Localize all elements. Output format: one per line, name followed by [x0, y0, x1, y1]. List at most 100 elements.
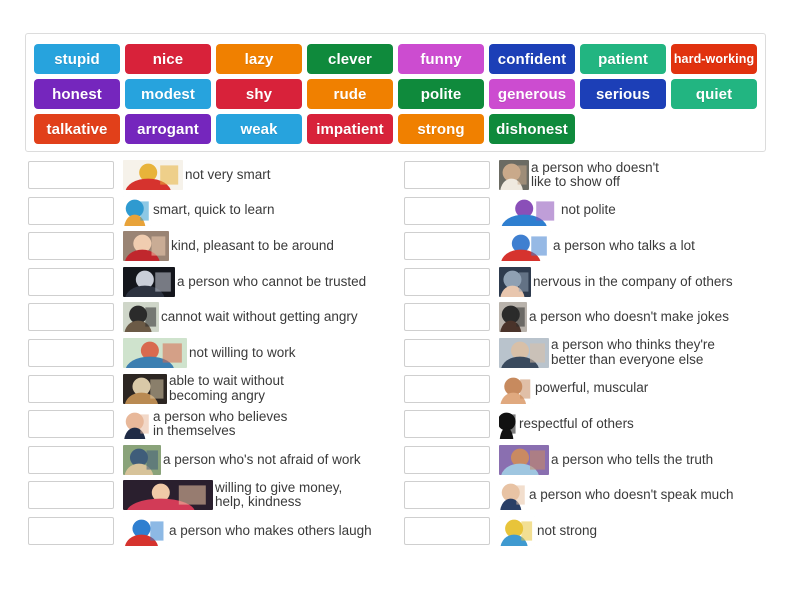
match-row: not polite [404, 195, 789, 226]
word-tile-funny[interactable]: funny [398, 44, 484, 74]
clue: a person who's not afraid of work [123, 444, 361, 475]
word-tile-generous[interactable]: generous [489, 79, 575, 109]
match-row: not willing to work [28, 337, 413, 368]
answer-drop-box[interactable] [28, 267, 114, 296]
clue-text: not very smart [185, 166, 271, 182]
word-tile-hard-working[interactable]: hard-working [671, 44, 757, 74]
clue-text: a person who believes in themselves [153, 408, 288, 439]
clue-text: cannot wait without getting angry [161, 309, 358, 325]
answer-drop-box[interactable] [404, 516, 490, 545]
word-tile-rude[interactable]: rude [307, 79, 393, 109]
clue-text: respectful of others [519, 415, 634, 431]
word-tile-impatient[interactable]: impatient [307, 114, 393, 144]
word-tile-modest[interactable]: modest [125, 79, 211, 109]
match-row: nervous in the company of others [404, 266, 789, 297]
definition-column-left: not very smart smart, quick to learn kind,… [28, 160, 413, 552]
match-row: a person who cannot be trusted [28, 266, 413, 297]
serious-man-portrait-image [499, 302, 527, 333]
match-row: a person who doesn't like to show off [404, 160, 789, 190]
definition-column-right: a person who doesn't like to show off not… [404, 160, 789, 552]
weak-cartoon-person-image [499, 515, 535, 546]
match-row: smart, quick to learn [28, 195, 413, 226]
match-row: kind, pleasant to be around [28, 231, 413, 262]
word-tile-weak[interactable]: weak [216, 114, 302, 144]
answer-drop-box[interactable] [28, 516, 114, 545]
arrogant-businessman-image [499, 337, 549, 368]
word-tile-strong[interactable]: strong [398, 114, 484, 144]
word-tile-polite[interactable]: polite [398, 79, 484, 109]
answer-drop-box[interactable] [404, 338, 490, 367]
clue-text: able to wait without becoming angry [169, 373, 284, 403]
answer-drop-box[interactable] [404, 161, 490, 189]
clue: a person who talks a lot [499, 231, 695, 262]
clue-text: nervous in the company of others [533, 273, 733, 289]
clue-text: a person who tells the truth [551, 451, 714, 467]
word-tile-lazy[interactable]: lazy [216, 44, 302, 74]
clue: a person who tells the truth [499, 444, 714, 475]
hands-giving-gift-image [123, 480, 213, 511]
answer-drop-box[interactable] [28, 445, 114, 474]
answer-drop-box[interactable] [28, 410, 114, 439]
word-tile-stupid[interactable]: stupid [34, 44, 120, 74]
answer-drop-box[interactable] [28, 338, 114, 367]
match-row: a person who talks a lot [404, 231, 789, 262]
answer-drop-box[interactable] [404, 303, 490, 332]
word-tile-rows: stupid nice lazy clever funny confident patien… [34, 44, 757, 144]
man-telling-truth-image [499, 444, 549, 475]
failed-test-paper-image [123, 160, 183, 190]
answer-drop-box[interactable] [28, 161, 114, 189]
word-tile-row-1: stupid nice lazy clever funny confident patien… [34, 44, 757, 74]
clue: kind, pleasant to be around [123, 231, 334, 262]
answer-drop-box[interactable] [404, 410, 490, 439]
clue: a person who believes in themselves [123, 408, 288, 440]
answer-drop-box[interactable] [28, 232, 114, 261]
modest-woman-with-book-image [499, 160, 529, 190]
clue-text: a person who cannot be trusted [177, 273, 367, 289]
answer-drop-box[interactable] [28, 303, 114, 332]
word-tile-arrogant[interactable]: arrogant [125, 114, 211, 144]
clue: not willing to work [123, 337, 296, 368]
word-tile-quiet[interactable]: quiet [671, 79, 757, 109]
clue-text: not polite [561, 202, 616, 218]
word-tile-confident[interactable]: confident [489, 44, 575, 74]
three-laughing-children-image [123, 515, 167, 546]
word-tile-serious[interactable]: serious [580, 79, 666, 109]
quiet-woman-finger-on-lips-image [499, 480, 527, 511]
clue-text: not willing to work [189, 344, 296, 360]
answer-drop-box[interactable] [28, 196, 114, 225]
match-row: a person who tells the truth [404, 444, 789, 475]
match-row: powerful, muscular [404, 373, 789, 404]
clue-text: a person who doesn't make jokes [529, 309, 729, 325]
clue-text: a person who doesn't speak much [529, 487, 734, 503]
people-working-outdoors-image [123, 444, 161, 475]
word-tile-nice[interactable]: nice [125, 44, 211, 74]
clue-text: willing to give money, help, kindness [215, 479, 343, 510]
answer-drop-box[interactable] [404, 196, 490, 225]
word-tile-talkative[interactable]: talkative [34, 114, 120, 144]
match-row: a person who doesn't speak much [404, 480, 789, 511]
word-tile-shy[interactable]: shy [216, 79, 302, 109]
answer-drop-box[interactable] [404, 374, 490, 403]
clue: a person who cannot be trusted [123, 266, 367, 297]
answer-drop-box[interactable] [28, 481, 114, 510]
clue-text: powerful, muscular [535, 380, 649, 396]
word-tile-dishonest[interactable]: dishonest [489, 114, 575, 144]
answer-drop-box[interactable] [404, 481, 490, 510]
confident-businesswoman-image [123, 409, 151, 440]
clue-text: a person who makes others laugh [169, 522, 372, 538]
clue: cannot wait without getting angry [123, 302, 358, 333]
answer-drop-box[interactable] [404, 267, 490, 296]
answer-drop-box[interactable] [404, 445, 490, 474]
rude-cartoon-people-image [499, 195, 559, 226]
word-tile-honest[interactable]: honest [34, 79, 120, 109]
smiling-woman-red-scarf-image [123, 231, 169, 262]
clue: able to wait without becoming angry [123, 373, 284, 404]
clue: a person who doesn't make jokes [499, 302, 729, 333]
clue-text: a person who's not afraid of work [163, 451, 361, 467]
match-row: a person who doesn't make jokes [404, 302, 789, 333]
answer-drop-box[interactable] [404, 232, 490, 261]
word-tile-patient[interactable]: patient [580, 44, 666, 74]
answer-drop-box[interactable] [28, 374, 114, 403]
hourglass-and-boy-image [123, 373, 167, 404]
word-tile-clever[interactable]: clever [307, 44, 393, 74]
